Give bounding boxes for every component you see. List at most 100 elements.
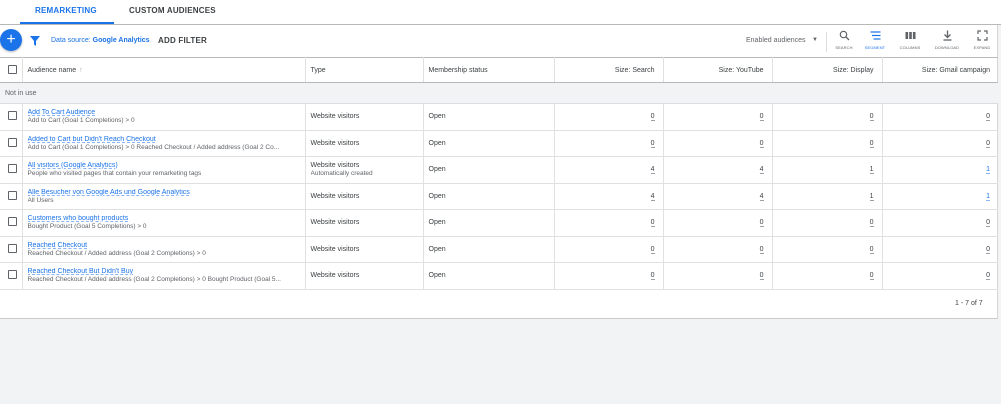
- size-search-value[interactable]: 0: [650, 272, 655, 281]
- data-source-filter[interactable]: Data source: Google Analytics: [51, 37, 150, 44]
- audience-name-link[interactable]: Reached Checkout But Didn't Buy: [28, 268, 305, 275]
- size-gmail-value[interactable]: 0: [986, 272, 990, 281]
- audience-name-link[interactable]: Add To Cart Audience: [28, 109, 305, 116]
- search-button[interactable]: SEARCH: [829, 30, 859, 50]
- row-checkbox[interactable]: [8, 164, 17, 174]
- type-cell: Website visitors: [305, 262, 424, 290]
- table-row[interactable]: Alle Besucher von Google Ads und Google …: [0, 183, 998, 210]
- table-header-row: Audience name ↑ Type Membership status Si…: [0, 57, 998, 83]
- add-audience-button[interactable]: +: [0, 29, 22, 51]
- size-search-cell: 0: [554, 103, 664, 131]
- enabled-audiences-dropdown[interactable]: Enabled audiences: [746, 37, 806, 44]
- size-youtube-cell: 4: [663, 183, 773, 210]
- audience-name-link[interactable]: Alle Besucher von Google Ads und Google …: [28, 189, 305, 196]
- row-checkbox[interactable]: [8, 190, 17, 200]
- size-search-cell: 4: [554, 156, 664, 184]
- size-youtube-value[interactable]: 4: [759, 166, 764, 175]
- size-youtube-cell: 4: [663, 156, 773, 184]
- size-search-value[interactable]: 0: [650, 245, 655, 254]
- size-gmail-value[interactable]: 0: [986, 219, 990, 228]
- membership-status-cell: Open: [423, 209, 555, 237]
- select-all-cell: [0, 57, 23, 83]
- audience-name-link[interactable]: Reached Checkout: [28, 242, 305, 249]
- data-source-value: Google Analytics: [92, 37, 150, 44]
- size-youtube-value[interactable]: 0: [759, 245, 764, 254]
- audience-name-cell: Added to Cart but Didn't Reach Checkout A…: [22, 130, 306, 157]
- size-search-value[interactable]: 0: [650, 113, 655, 122]
- size-search-value[interactable]: 4: [650, 192, 655, 201]
- size-gmail-value[interactable]: 0: [986, 113, 990, 122]
- pagination-label: 1 - 7 of 7: [955, 300, 983, 307]
- audience-description: Reached Checkout / Added address (Goal 2…: [27, 276, 281, 284]
- row-checkbox[interactable]: [8, 111, 17, 121]
- row-checkbox[interactable]: [8, 270, 17, 280]
- size-search-header[interactable]: Size: Search: [554, 57, 664, 83]
- table-row[interactable]: Reached Checkout But Didn't Buy Reached C…: [0, 262, 998, 290]
- tab-custom-audiences[interactable]: CUSTOM AUDIENCES: [129, 6, 216, 15]
- size-search-value[interactable]: 0: [650, 139, 655, 148]
- size-display-value[interactable]: 1: [869, 192, 874, 201]
- dropdown-caret-icon[interactable]: ▼: [812, 37, 818, 43]
- size-display-value[interactable]: 0: [869, 245, 874, 254]
- audience-name-link[interactable]: Customers who bought products: [28, 215, 305, 222]
- expand-button[interactable]: EXPAND: [967, 30, 997, 50]
- table-row[interactable]: All visitors (Google Analytics) People wh…: [0, 156, 998, 184]
- columns-label: COLUMNS: [899, 45, 921, 50]
- size-youtube-header[interactable]: Size: YouTube: [663, 57, 773, 83]
- size-youtube-cell: 0: [663, 103, 773, 131]
- audience-name-cell: All visitors (Google Analytics) People wh…: [22, 156, 306, 184]
- sort-arrow-icon[interactable]: ↑: [79, 67, 83, 74]
- size-search-value[interactable]: 4: [650, 166, 655, 175]
- size-gmail-value[interactable]: 1: [986, 166, 990, 175]
- filter-icon[interactable]: [29, 35, 41, 47]
- table-row[interactable]: Customers who bought products Bought Prod…: [0, 209, 998, 237]
- add-filter-button[interactable]: ADD FILTER: [158, 36, 207, 45]
- toolbar-divider: [826, 32, 827, 52]
- type-header[interactable]: Type: [305, 57, 424, 83]
- size-gmail-header[interactable]: Size: Gmail campaign: [882, 57, 998, 83]
- size-display-value[interactable]: 0: [869, 139, 874, 148]
- size-display-value[interactable]: 0: [869, 219, 874, 228]
- table-row[interactable]: Reached Checkout Reached Checkout / Added…: [0, 236, 998, 263]
- toolbar: + Data source: Google Analytics ADD FILT…: [0, 26, 998, 57]
- row-checkbox[interactable]: [8, 217, 17, 227]
- audience-name-link[interactable]: Added to Cart but Didn't Reach Checkout: [28, 136, 305, 143]
- size-search-value[interactable]: 0: [650, 219, 655, 228]
- size-display-value[interactable]: 1: [869, 166, 874, 175]
- download-label: DOWNLOAD: [934, 45, 960, 50]
- size-youtube-value[interactable]: 4: [759, 192, 764, 201]
- size-display-cell: 0: [772, 103, 883, 131]
- table-row[interactable]: Added to Cart but Didn't Reach Checkout A…: [0, 130, 998, 157]
- table-row[interactable]: Add To Cart Audience Add to Cart (Goal 1 …: [0, 103, 998, 131]
- row-checkbox-cell: [0, 183, 23, 210]
- size-youtube-value[interactable]: 0: [759, 219, 764, 228]
- size-gmail-cell: 1: [882, 183, 998, 210]
- type-cell: Website visitors: [305, 103, 424, 131]
- size-gmail-value[interactable]: 0: [986, 245, 990, 254]
- size-youtube-value[interactable]: 0: [759, 272, 764, 281]
- size-gmail-value[interactable]: 0: [986, 139, 990, 148]
- columns-button[interactable]: COLUMNS: [895, 30, 925, 50]
- membership-header[interactable]: Membership status: [423, 57, 555, 83]
- audience-name-header[interactable]: Audience name ↑: [22, 57, 306, 83]
- size-gmail-value[interactable]: 1: [986, 192, 990, 201]
- size-display-header[interactable]: Size: Display: [772, 57, 883, 83]
- download-button[interactable]: DOWNLOAD: [932, 30, 962, 50]
- type-cell: Website visitors: [305, 209, 424, 237]
- size-youtube-value[interactable]: 0: [759, 113, 764, 122]
- tab-remarketing[interactable]: REMARKETING: [35, 6, 97, 15]
- type-cell: Website visitors: [305, 183, 424, 210]
- select-all-checkbox[interactable]: [8, 64, 17, 74]
- segment-button[interactable]: SEGMENT: [860, 30, 890, 50]
- type-value: Website visitors: [310, 162, 360, 170]
- audience-name-link[interactable]: All visitors (Google Analytics): [28, 162, 305, 169]
- type-cell: Website visitors: [305, 130, 424, 157]
- row-checkbox[interactable]: [8, 243, 17, 253]
- size-youtube-value[interactable]: 0: [759, 139, 764, 148]
- size-gmail-cell: 0: [882, 103, 998, 131]
- row-checkbox[interactable]: [8, 137, 17, 147]
- size-display-value[interactable]: 0: [869, 113, 874, 122]
- size-display-value[interactable]: 0: [869, 272, 874, 281]
- size-search-cell: 0: [554, 130, 664, 157]
- size-gmail-cell: 0: [882, 209, 998, 237]
